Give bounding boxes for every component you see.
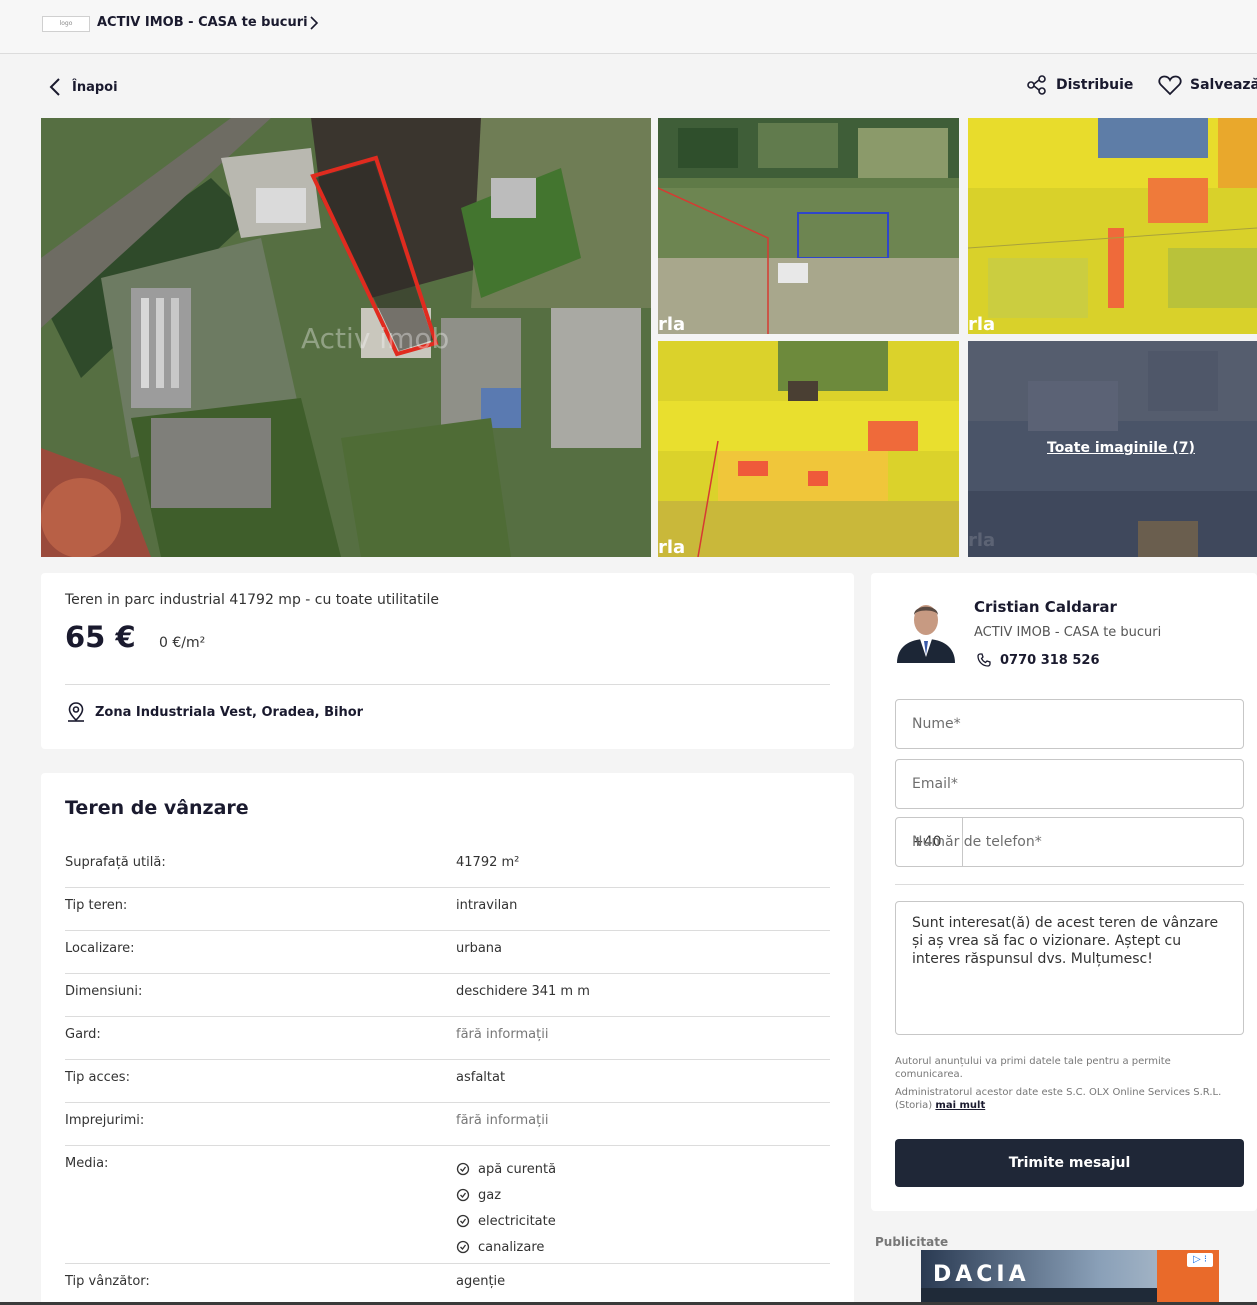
detail-value: intravilan xyxy=(456,898,518,913)
main-photo[interactable]: Activ imob xyxy=(41,118,651,557)
disclaimer-admin: Administratorul acestor date este S.C. O… xyxy=(895,1086,1235,1112)
summary-card: Teren in parc industrial 41792 mp - cu t… xyxy=(41,573,854,749)
detail-row: Suprafață utilă: 41792 m² xyxy=(65,845,830,888)
watermark-thumb-2: rla xyxy=(968,314,995,334)
list-item: electricitate xyxy=(456,1208,556,1234)
detail-row: Tip teren: intravilan xyxy=(65,888,830,931)
back-label: Înapoi xyxy=(72,79,118,95)
disclaimer-recipient: Autorul anunțului va primi datele tale p… xyxy=(895,1056,1171,1080)
top-bar: logo ACTIV IMOB - CASA te bucuri xyxy=(0,0,1257,54)
detail-key: Media: xyxy=(65,1156,109,1171)
price-per-sqm: 0 €/m² xyxy=(159,635,206,651)
watermark-thumb-4: rla xyxy=(968,530,995,551)
detail-value: asfaltat xyxy=(456,1070,506,1085)
check-circle-icon xyxy=(456,1240,470,1254)
detail-key: Gard: xyxy=(65,1027,101,1042)
thumb-photo-2[interactable]: rla xyxy=(968,118,1257,334)
detail-row: Localizare: urbana xyxy=(65,931,830,974)
share-button[interactable]: Distribuie xyxy=(1026,74,1133,96)
detail-key: Tip teren: xyxy=(65,898,128,913)
agent-name: Cristian Caldarar xyxy=(974,598,1117,616)
share-label: Distribuie xyxy=(1056,77,1134,93)
list-item: canalizare xyxy=(456,1234,556,1260)
chevron-left-icon xyxy=(49,78,60,96)
detail-value: 41792 m² xyxy=(456,855,520,870)
avatar xyxy=(897,605,955,663)
chevron-right-icon[interactable] xyxy=(306,13,322,33)
send-message-button[interactable]: Trimite mesajul xyxy=(895,1139,1244,1187)
thumb-photo-1[interactable]: rla xyxy=(658,118,959,334)
ad-choices-icon[interactable]: ▷ ⁝ xyxy=(1187,1253,1213,1267)
detail-value: fără informații xyxy=(456,1027,549,1042)
detail-key: Localizare: xyxy=(65,941,135,956)
name-field xyxy=(895,699,1244,749)
name-input[interactable] xyxy=(896,700,1243,748)
phone-icon xyxy=(977,653,991,667)
message-textarea[interactable]: Sunt interesat(ă) de acest teren de vânz… xyxy=(895,901,1244,1035)
location[interactable]: Zona Industriala Vest, Oradea, Bihor xyxy=(65,701,363,723)
detail-key: Dimensiuni: xyxy=(65,984,143,999)
phone-input[interactable] xyxy=(896,818,1243,866)
check-circle-icon xyxy=(456,1162,470,1176)
detail-row: Imprejurimi: fără informații xyxy=(65,1103,830,1146)
detail-value: fără informații xyxy=(456,1113,549,1128)
ad-brand: DACIA xyxy=(933,1262,1030,1287)
agent-phone[interactable]: 0770 318 526 xyxy=(976,652,1100,668)
location-label: Zona Industriala Vest, Oradea, Bihor xyxy=(95,704,364,720)
map-pin-icon xyxy=(68,702,84,722)
watermark-main: Activ imob xyxy=(301,322,449,355)
heart-icon xyxy=(1158,75,1182,96)
detail-key: Tip vânzător: xyxy=(65,1274,150,1289)
email-input[interactable] xyxy=(896,760,1243,808)
detail-key: Imprejurimi: xyxy=(65,1113,145,1128)
agency-logo[interactable]: logo xyxy=(42,16,90,32)
check-circle-icon xyxy=(456,1188,470,1202)
detail-value: agenție xyxy=(456,1274,506,1289)
detail-row: Tip vânzător: agenție xyxy=(65,1264,830,1305)
advertisement[interactable]: DACIA ▷ ⁝ xyxy=(921,1250,1219,1305)
section-title: Teren de vânzare xyxy=(65,797,249,819)
email-field xyxy=(895,759,1244,809)
phone-field: +40 xyxy=(895,817,1244,867)
ad-label: Publicitate xyxy=(875,1235,949,1249)
nav-row: Înapoi Distribuie Salvează xyxy=(0,60,1257,112)
divider xyxy=(65,684,830,685)
list-item: gaz xyxy=(456,1182,556,1208)
details-card: Teren de vânzare Suprafață utilă: 41792 … xyxy=(41,773,854,1305)
agent-agency: ACTIV IMOB - CASA te bucuri xyxy=(974,625,1162,640)
save-button[interactable]: Salvează xyxy=(1158,74,1257,96)
detail-row: Dimensiuni: deschidere 341 m m xyxy=(65,974,830,1017)
watermark-thumb-3: rla xyxy=(658,537,685,557)
detail-row: Gard: fără informații xyxy=(65,1017,830,1060)
media-item-label: canalizare xyxy=(478,1239,545,1255)
share-icon xyxy=(1027,75,1046,95)
detail-row: Tip acces: asfaltat xyxy=(65,1060,830,1103)
photo-gallery: Activ imob rla rla rla rla xyxy=(41,118,1257,557)
back-button[interactable]: Înapoi xyxy=(48,74,118,100)
agent-phone-number: 0770 318 526 xyxy=(1000,652,1100,668)
detail-row-media: Media: apă curentă gaz electricitate can… xyxy=(65,1146,830,1264)
detail-key: Tip acces: xyxy=(65,1070,130,1085)
check-circle-icon xyxy=(456,1214,470,1228)
more-link[interactable]: mai mult xyxy=(935,1100,985,1111)
save-label: Salvează xyxy=(1190,77,1257,93)
detail-value: deschidere 341 m m xyxy=(456,984,590,999)
contact-card: Cristian Caldarar ACTIV IMOB - CASA te b… xyxy=(871,573,1257,1211)
media-item-label: electricitate xyxy=(478,1213,556,1229)
media-list: apă curentă gaz electricitate canalizare xyxy=(456,1156,556,1260)
divider xyxy=(895,884,1244,885)
agency-name-link[interactable]: ACTIV IMOB - CASA te bucuri xyxy=(97,15,308,30)
thumb-photo-3[interactable]: rla xyxy=(658,341,959,557)
all-images-link[interactable]: Toate imaginile (7) xyxy=(1047,440,1195,456)
watermark-thumb-1: rla xyxy=(658,314,685,334)
media-item-label: apă curentă xyxy=(478,1161,557,1177)
list-item: apă curentă xyxy=(456,1156,556,1182)
media-item-label: gaz xyxy=(478,1187,502,1203)
detail-value: urbana xyxy=(456,941,503,956)
price: 65 € xyxy=(65,620,136,654)
detail-key: Suprafață utilă: xyxy=(65,855,166,870)
listing-title: Teren in parc industrial 41792 mp - cu t… xyxy=(65,592,439,608)
